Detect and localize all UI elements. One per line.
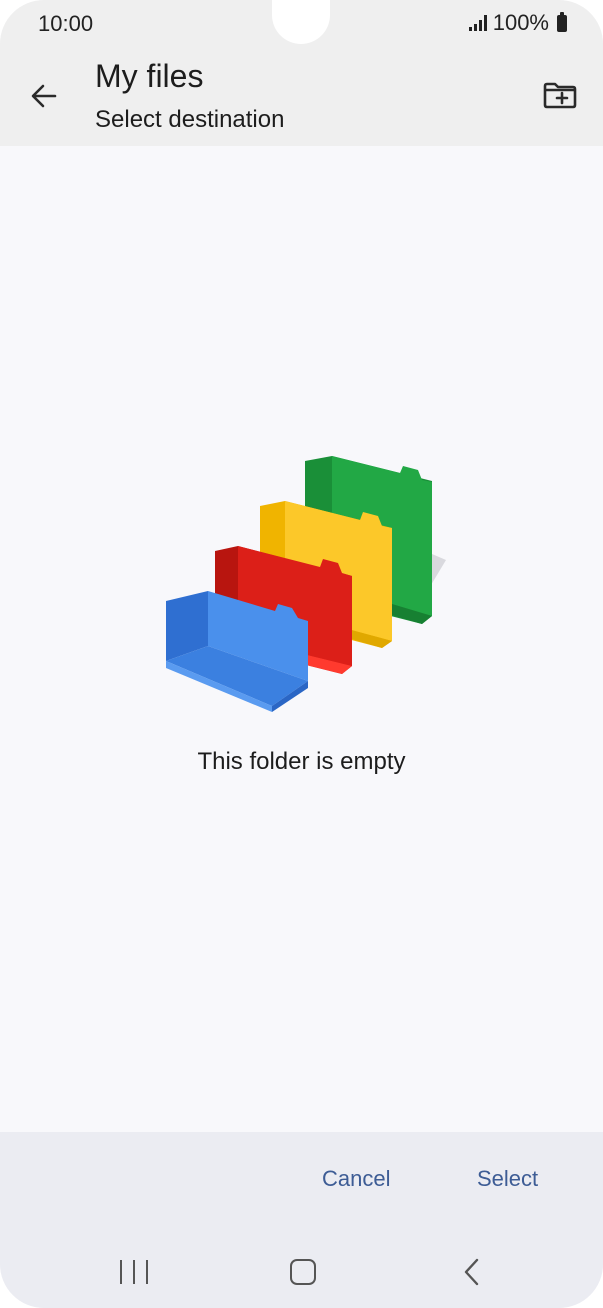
status-indicators: 100% (468, 10, 567, 35)
status-time: 10:00 (38, 11, 94, 36)
empty-folders-illustration (166, 456, 446, 712)
camera-notch (272, 0, 330, 44)
phone-screen: 10:00 100% My files Select destination T… (0, 0, 603, 1308)
home-icon[interactable] (290, 1259, 316, 1285)
page-subtitle: Select destination (95, 106, 285, 133)
back-button[interactable] (22, 74, 66, 118)
new-folder-button[interactable] (535, 72, 585, 118)
app-bar: My files Select destination (0, 44, 603, 146)
back-nav-icon[interactable] (462, 1258, 482, 1286)
battery-percent: 100% (492, 10, 549, 35)
page-title: My files (95, 58, 204, 94)
status-bar: 10:00 100% (0, 0, 603, 44)
battery-icon (557, 11, 567, 32)
system-nav-bar (0, 1250, 603, 1294)
recent-apps-icon[interactable] (120, 1260, 148, 1284)
cancel-button[interactable]: Cancel (322, 1166, 390, 1192)
empty-folder-message: This folder is empty (197, 748, 406, 775)
signal-icon (468, 15, 487, 31)
arrow-left-icon (31, 84, 57, 108)
blue-folder-shape (166, 591, 308, 712)
file-list-area: This folder is empty (0, 146, 603, 1132)
select-button[interactable]: Select (477, 1166, 538, 1192)
bottom-action-bar: Cancel Select (0, 1132, 603, 1308)
new-folder-icon (543, 82, 577, 109)
